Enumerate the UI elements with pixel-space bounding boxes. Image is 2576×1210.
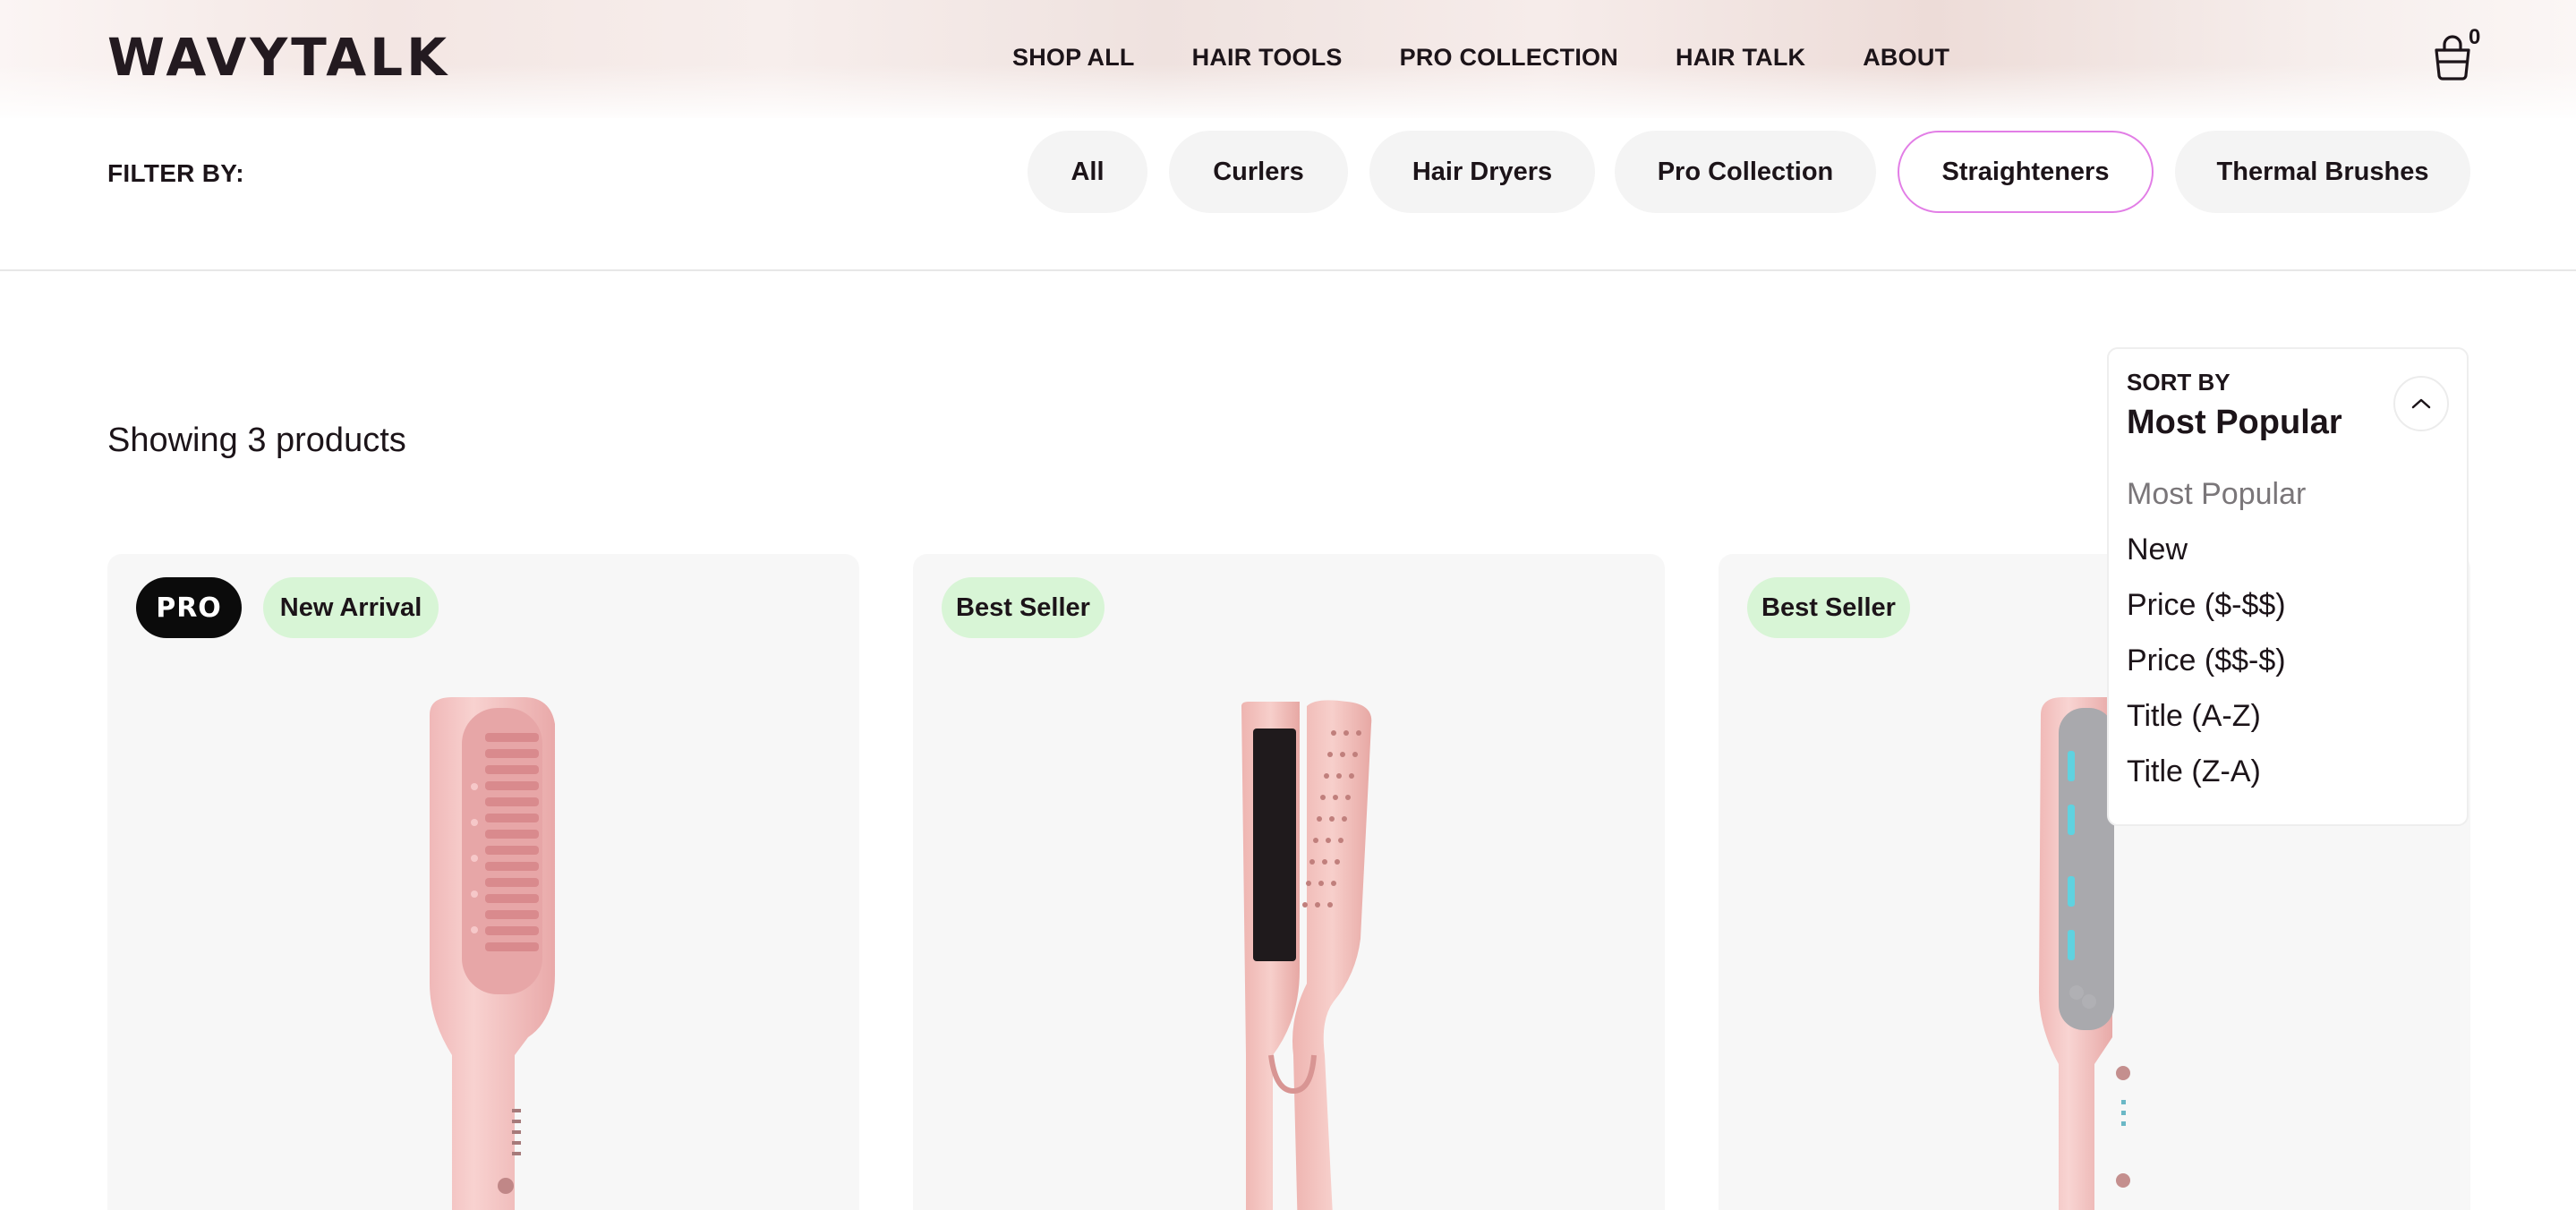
sort-current-value[interactable]: Most Popular: [2127, 401, 2342, 444]
results-count: Showing 3 products: [107, 422, 406, 459]
logo[interactable]: WAVYTALK: [107, 32, 505, 82]
nav-hair-tools[interactable]: HAIR TOOLS: [1192, 39, 1343, 75]
nav-pro-collection[interactable]: PRO COLLECTION: [1400, 39, 1618, 75]
sort-option-title-a-z[interactable]: Title (A-Z): [2127, 693, 2306, 748]
sort-option-new[interactable]: New: [2127, 526, 2306, 582]
product-image-straightening-brush[interactable]: [107, 554, 859, 1210]
product-image-flat-iron[interactable]: [913, 554, 1665, 1210]
cart-count: 0: [2469, 25, 2481, 49]
filter-chip-pro-collection[interactable]: Pro Collection: [1615, 131, 1876, 213]
filter-chip-straighteners[interactable]: Straighteners: [1898, 131, 2154, 213]
pro-badge: PRO: [136, 577, 242, 638]
sort-option-price-low-high[interactable]: Price ($-$$): [2127, 582, 2306, 637]
filter-chip-thermal-brushes[interactable]: Thermal Brushes: [2175, 131, 2470, 213]
sort-option-title-z-a[interactable]: Title (Z-A): [2127, 748, 2306, 804]
best-seller-badge: Best Seller: [942, 577, 1105, 638]
nav-about[interactable]: ABOUT: [1863, 39, 1949, 75]
filter-chip-all[interactable]: All: [1028, 131, 1147, 213]
site-header: WAVYTALK SHOP ALL HAIR TOOLS PRO COLLECT…: [0, 0, 2576, 118]
sort-dropdown[interactable]: SORT BY Most Popular Most Popular New Pr…: [2107, 347, 2469, 826]
chevron-up-icon: [2411, 398, 2431, 409]
sort-label: SORT BY: [2127, 369, 2231, 396]
best-seller-badge: Best Seller: [1747, 577, 1910, 638]
product-card[interactable]: Best Seller: [913, 554, 1665, 1210]
filter-bar: FILTER BY: All Curlers Hair Dryers Pro C…: [0, 118, 2576, 271]
nav-shop-all[interactable]: SHOP ALL: [1012, 39, 1135, 75]
filter-chip-hair-dryers[interactable]: Hair Dryers: [1369, 131, 1595, 213]
shopping-bag-icon[interactable]: [2431, 34, 2474, 81]
sort-option-most-popular[interactable]: Most Popular: [2127, 471, 2306, 526]
filter-label: FILTER BY:: [107, 159, 244, 187]
nav-hair-talk[interactable]: HAIR TALK: [1676, 39, 1805, 75]
sort-option-price-high-low[interactable]: Price ($$-$): [2127, 637, 2306, 693]
main-nav: SHOP ALL HAIR TOOLS PRO COLLECTION HAIR …: [1012, 39, 1949, 75]
filter-chip-curlers[interactable]: Curlers: [1169, 131, 1348, 213]
new-arrival-badge: New Arrival: [263, 577, 439, 638]
sort-toggle-button[interactable]: [2393, 376, 2449, 431]
sort-options-list: Most Popular New Price ($-$$) Price ($$-…: [2127, 471, 2306, 804]
product-card[interactable]: PRO New Arrival: [107, 554, 859, 1210]
